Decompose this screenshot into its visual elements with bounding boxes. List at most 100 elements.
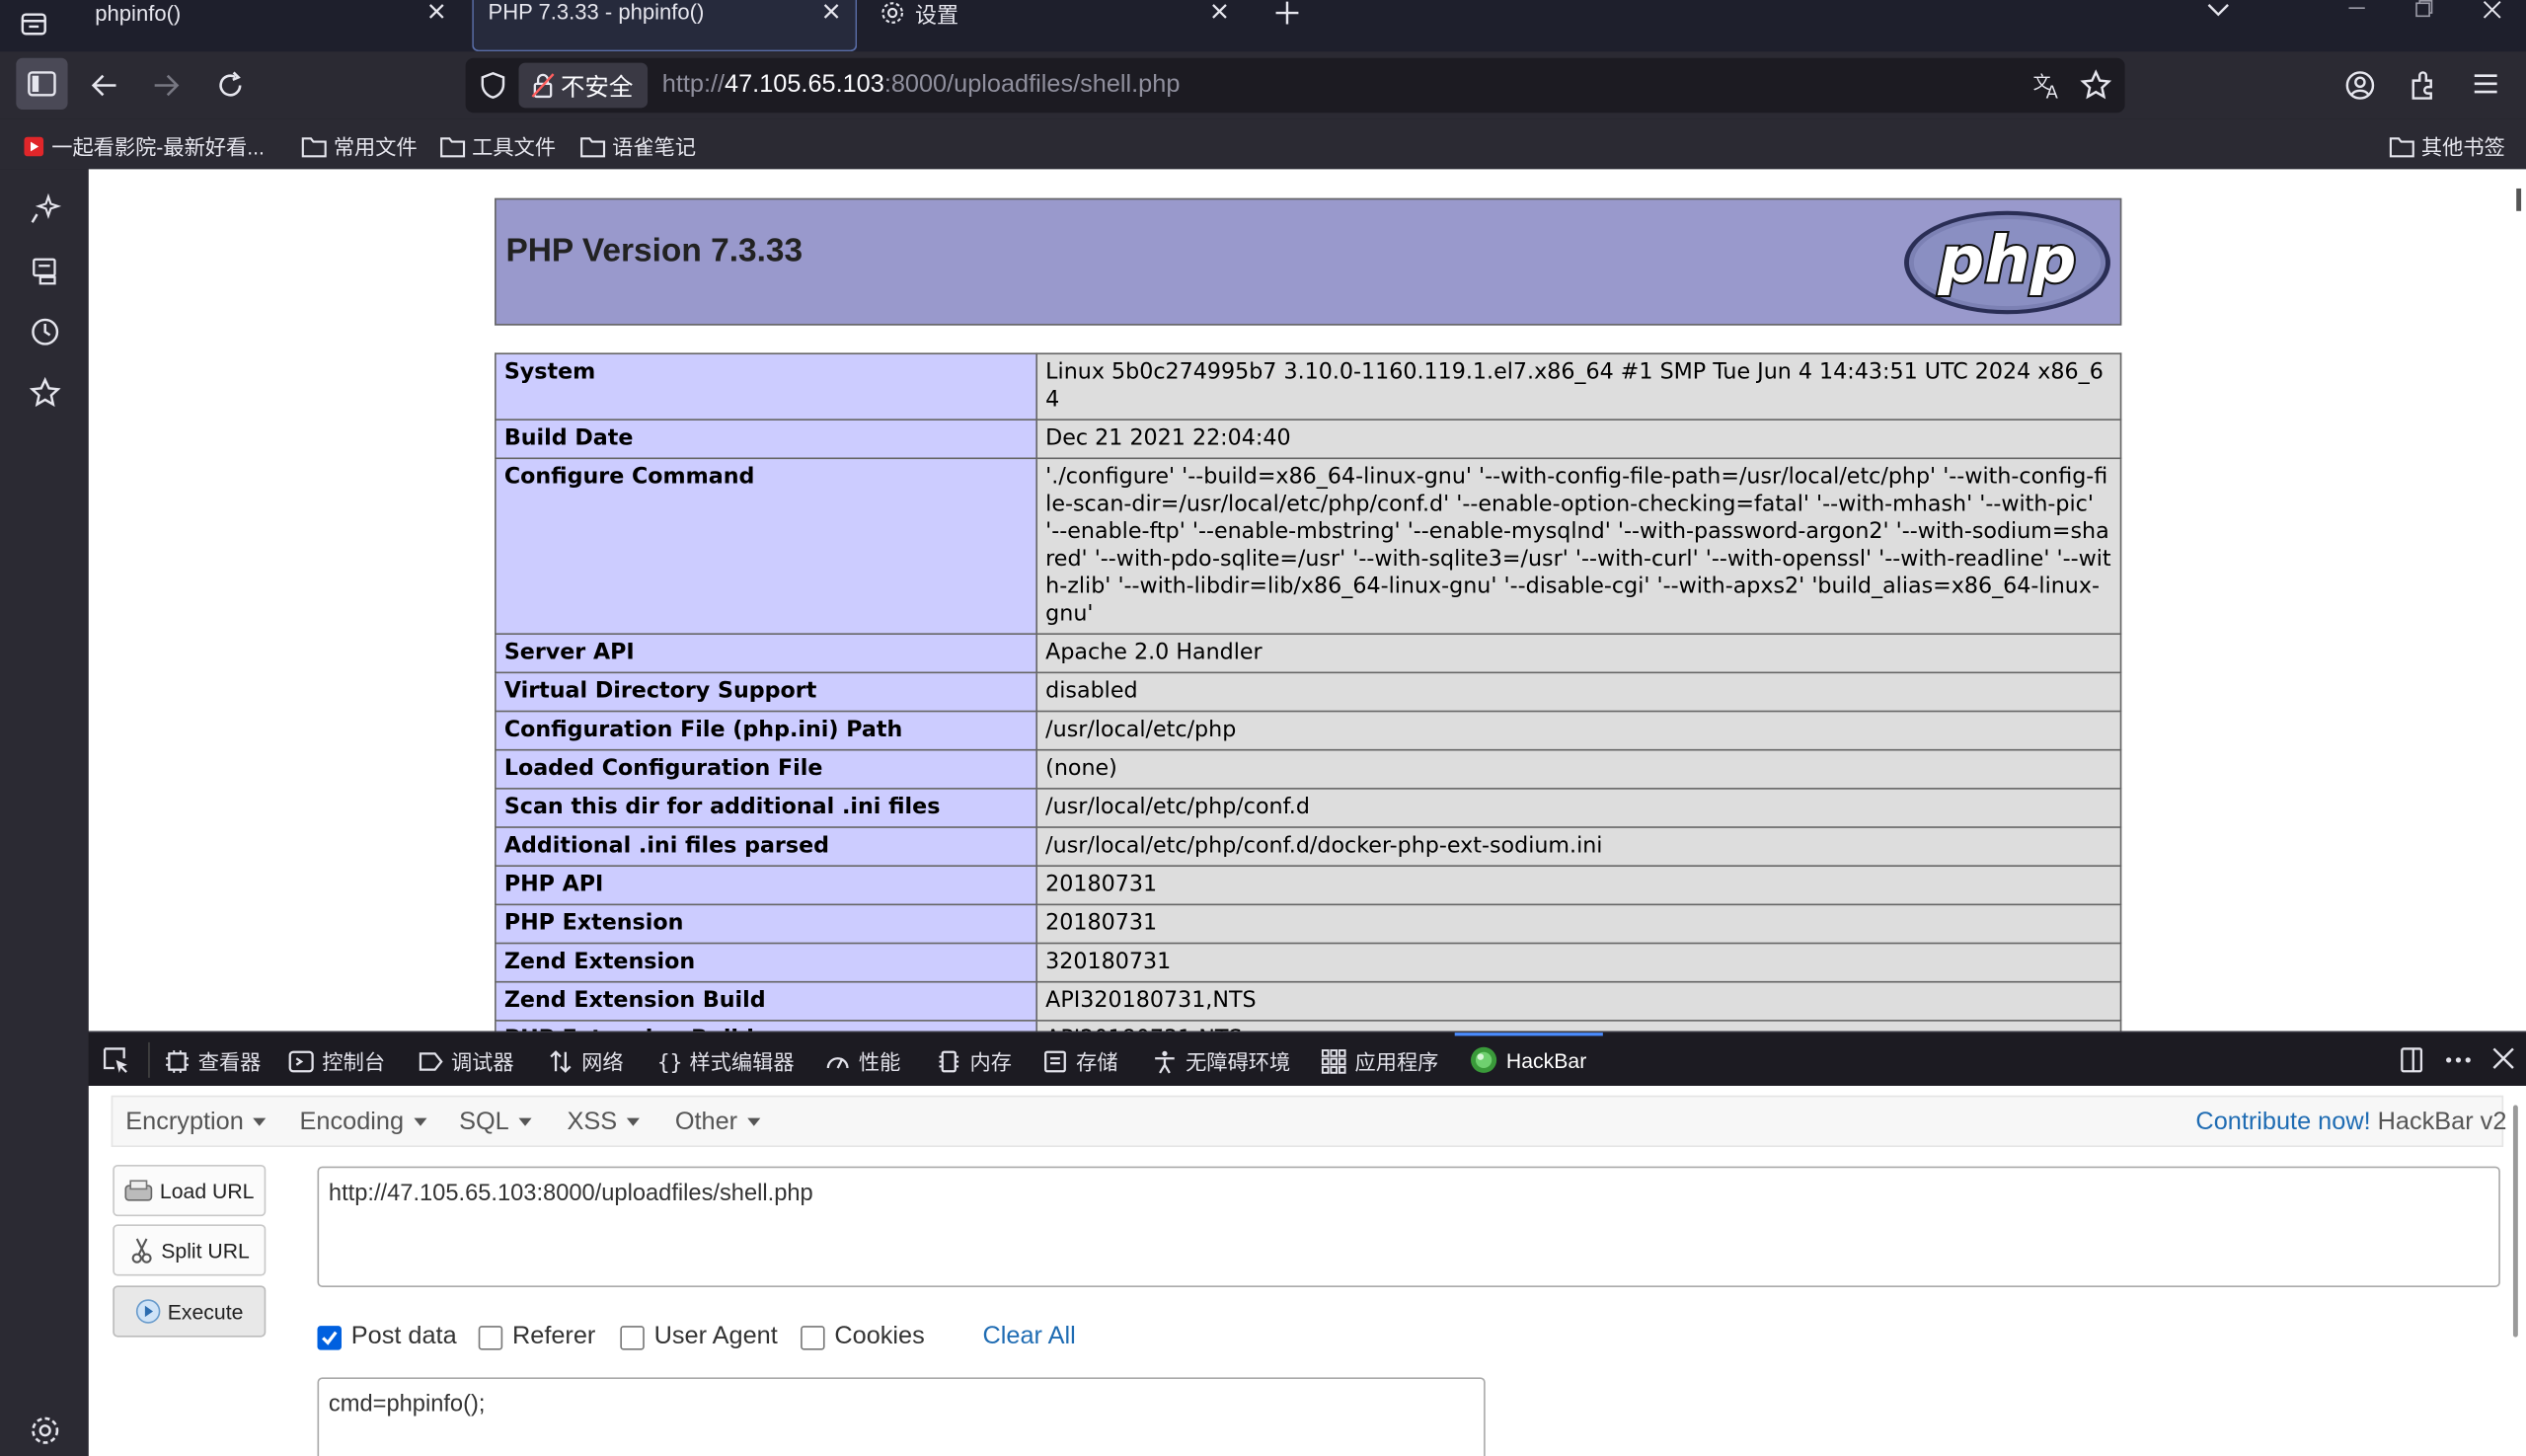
bookmark-folder[interactable]: 工具文件 <box>440 130 556 161</box>
devtools-tab-accessibility[interactable]: 无障碍环境 <box>1152 1045 1290 1076</box>
devtools-tab-performance[interactable]: 性能 <box>825 1045 901 1076</box>
menu-label: SQL <box>459 1108 509 1136</box>
minimize-icon[interactable] <box>2345 0 2368 16</box>
post-data-checkbox[interactable]: Post data <box>317 1323 457 1351</box>
browser-window: phpinfo() PHP 7.3.33 - phpinfo() 设置 不安全 … <box>0 0 2526 1456</box>
hackbar-scrollbar[interactable] <box>2512 1105 2518 1338</box>
checkbox-checked[interactable] <box>317 1325 342 1349</box>
clear-all-link[interactable]: Clear All <box>983 1323 1076 1351</box>
split-url-button[interactable]: Split URL <box>113 1224 267 1276</box>
devtools-tab-inspector[interactable]: 查看器 <box>164 1045 261 1076</box>
url-text[interactable]: http://47.105.65.103:8000/uploadfiles/sh… <box>662 71 1181 100</box>
row-value: API20180731,NTS <box>1035 1020 2122 1032</box>
php-info-row: Server API Apache 2.0 Handler <box>495 633 2122 674</box>
bookmark-folder[interactable]: 语雀笔记 <box>580 130 696 161</box>
bookmarks-toolbar: 一起看影院-最新好看... 常用文件 工具文件 语雀笔记 其他书签 <box>0 118 2526 170</box>
menu-other[interactable]: Other <box>675 1109 760 1137</box>
devtools-tab-hackbar[interactable]: HackBar <box>1469 1045 1586 1074</box>
url-textarea[interactable]: http://47.105.65.103:8000/uploadfiles/sh… <box>317 1166 2500 1287</box>
devtools-tab-label: 查看器 <box>197 1050 262 1075</box>
referer-checkbox[interactable]: Referer <box>478 1323 595 1351</box>
tab-list-icon[interactable] <box>20 10 48 38</box>
devtools-tab-label: 调试器 <box>450 1050 514 1075</box>
checkbox-unchecked[interactable] <box>620 1325 645 1349</box>
history-icon[interactable] <box>29 316 61 348</box>
tab-php-version[interactable]: PHP 7.3.33 - phpinfo() <box>472 0 858 52</box>
network-icon <box>548 1048 574 1074</box>
user-agent-checkbox[interactable]: User Agent <box>620 1323 778 1351</box>
bookmarks-icon[interactable] <box>29 376 61 410</box>
button-label: Load URL <box>159 1178 255 1203</box>
devtools-tab-network[interactable]: 网络 <box>548 1045 624 1076</box>
security-indicator[interactable]: 不安全 <box>518 62 649 109</box>
php-logo-text: php <box>1938 223 2077 298</box>
devtools-tab-console[interactable]: 控制台 <box>288 1045 385 1076</box>
menu-encoding[interactable]: Encoding <box>300 1109 426 1137</box>
dock-side-icon[interactable] <box>2397 1045 2425 1074</box>
extensions-icon[interactable] <box>2407 69 2439 102</box>
php-info-row: PHP Extension 20180731 <box>495 903 2122 945</box>
close-icon[interactable] <box>820 0 843 23</box>
synced-tabs-icon[interactable] <box>29 255 61 287</box>
ai-chat-icon[interactable] <box>29 192 62 226</box>
bookmark-star-icon[interactable] <box>2080 69 2112 102</box>
menu-encryption[interactable]: Encryption <box>125 1109 267 1137</box>
url-path: :8000/uploadfiles/shell.php <box>883 70 1181 99</box>
play-icon <box>135 1298 161 1324</box>
bookmark-folder[interactable]: 常用文件 <box>301 130 418 161</box>
forward-icon[interactable] <box>150 69 183 102</box>
row-value: Linux 5b0c274995b7 3.10.0-1160.119.1.el7… <box>1035 352 2122 421</box>
url-bar[interactable]: 不安全 http://47.105.65.103:8000/uploadfile… <box>465 57 2125 114</box>
element-picker-icon[interactable] <box>102 1045 130 1074</box>
shield-icon[interactable] <box>479 71 507 100</box>
devtools-tab-style-editor[interactable]: {} 样式编辑器 <box>655 1045 795 1076</box>
devtools-tab-storage[interactable]: 存储 <box>1042 1045 1118 1076</box>
devtools-tab-label: 性能 <box>858 1050 901 1075</box>
chevron-down-icon[interactable] <box>2205 0 2231 20</box>
row-value: (none) <box>1035 748 2122 790</box>
php-info-row: PHP API 20180731 <box>495 865 2122 906</box>
page-scrollbar[interactable] <box>2516 188 2522 211</box>
window-close-icon[interactable] <box>2481 0 2503 20</box>
other-bookmarks-folder[interactable]: 其他书签 <box>2389 130 2505 161</box>
devtools-tab-label: 内存 <box>969 1050 1012 1075</box>
execute-button[interactable]: Execute <box>113 1285 267 1338</box>
caret-down-icon <box>626 1118 640 1127</box>
back-icon[interactable] <box>89 69 121 102</box>
close-devtools-icon[interactable] <box>2490 1045 2516 1071</box>
close-icon[interactable] <box>425 0 448 23</box>
menu-label: Other <box>674 1108 738 1136</box>
devtools-tab-debugger[interactable]: 调试器 <box>418 1045 514 1076</box>
contribute-link[interactable]: Contribute now! <box>2195 1109 2370 1136</box>
reload-icon[interactable] <box>214 69 247 102</box>
more-options-icon[interactable] <box>2444 1045 2473 1074</box>
checkbox-label: Cookies <box>834 1322 925 1350</box>
tab-phpinfo[interactable]: phpinfo() <box>77 0 460 51</box>
sidebar-toggle-button[interactable] <box>16 57 68 110</box>
post-data-textarea[interactable]: cmd=phpinfo(); <box>317 1377 1486 1456</box>
active-tab-indicator <box>1454 1033 1603 1036</box>
row-key: PHP API <box>495 865 1038 906</box>
close-icon[interactable] <box>1208 0 1231 23</box>
devtools-tab-memory[interactable]: 内存 <box>936 1045 1012 1076</box>
cookies-checkbox[interactable]: Cookies <box>801 1323 925 1351</box>
devtools-tab-application[interactable]: 应用程序 <box>1321 1045 1438 1076</box>
row-value: './configure' '--build=x86_64-linux-gnu'… <box>1035 457 2122 636</box>
restore-icon[interactable] <box>2413 0 2436 20</box>
svg-text:{}: {} <box>657 1050 681 1074</box>
checkbox-unchecked[interactable] <box>801 1325 825 1349</box>
translate-icon[interactable]: 文A <box>2031 69 2064 102</box>
menu-sql[interactable]: SQL <box>459 1108 532 1137</box>
menu-icon[interactable] <box>2472 69 2500 98</box>
new-tab-icon[interactable] <box>1272 0 1301 26</box>
row-value: 20180731 <box>1035 903 2122 945</box>
checkbox-unchecked[interactable] <box>478 1325 503 1349</box>
customize-gear-icon[interactable] <box>29 1415 61 1447</box>
row-key: Zend Extension Build <box>495 980 1038 1022</box>
load-url-button[interactable]: Load URL <box>113 1164 267 1217</box>
account-icon[interactable] <box>2344 69 2377 102</box>
menu-xss[interactable]: XSS <box>567 1109 640 1137</box>
tab-settings[interactable]: 设置 <box>870 0 1244 51</box>
bookmark-item[interactable]: 一起看影院-最新好看... <box>23 130 265 161</box>
php-info-row: Configure Command './configure' '--build=… <box>495 457 2122 636</box>
